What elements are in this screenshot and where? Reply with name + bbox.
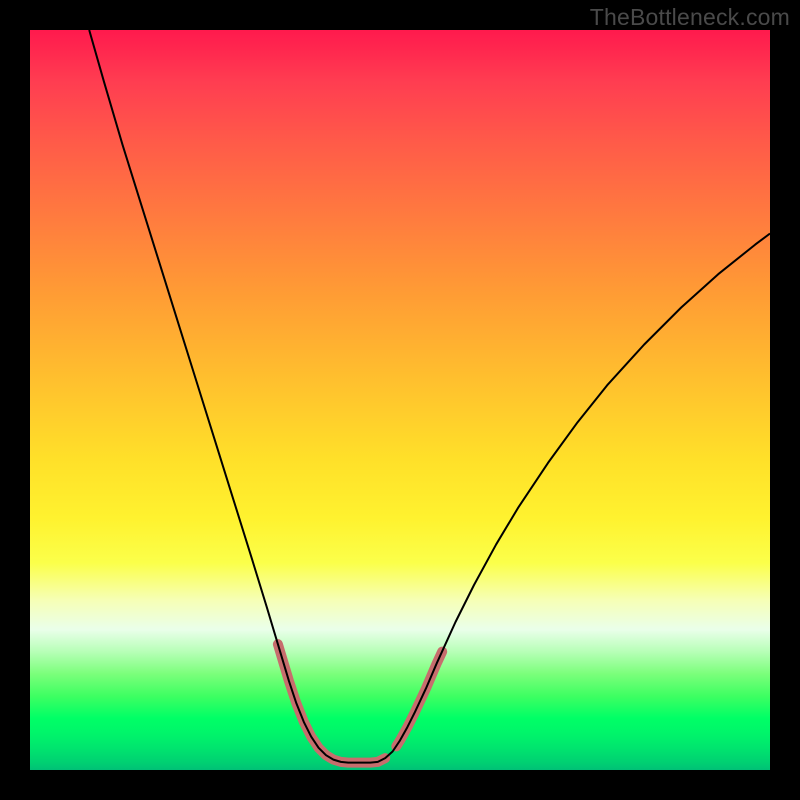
highlight-layer <box>278 644 442 762</box>
chart-frame: TheBottleneck.com <box>0 0 800 800</box>
bottleneck-curve <box>89 30 770 763</box>
watermark-text: TheBottleneck.com <box>590 4 790 31</box>
curve-layer <box>89 30 770 763</box>
chart-svg <box>30 30 770 770</box>
plot-area <box>30 30 770 770</box>
highlight-segment <box>278 644 385 762</box>
